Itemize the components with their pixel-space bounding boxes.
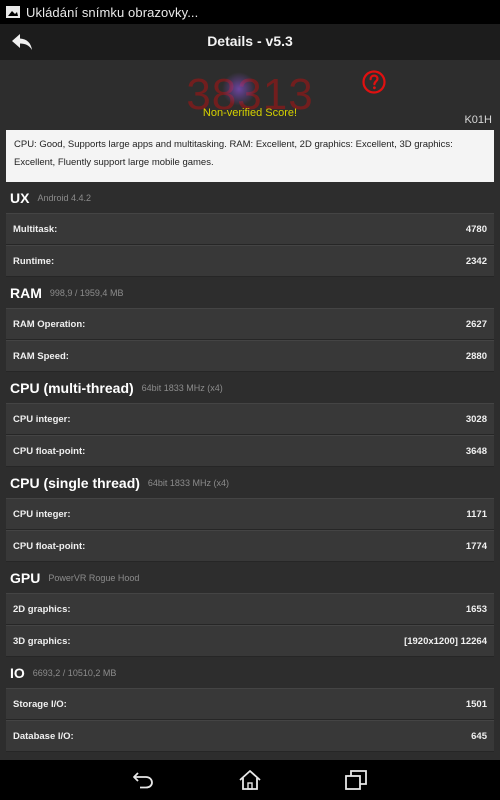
summary-box: CPU: Good, Supports large apps and multi… <box>6 130 494 182</box>
section-title: RAM <box>10 284 42 301</box>
section-title: CPU (single thread) <box>10 474 140 491</box>
score-note: Non-verified Score! <box>202 107 298 119</box>
details-content[interactable]: 38313 Non-verified Score! K01H CPU: Good… <box>0 60 500 760</box>
nav-back-icon <box>133 772 153 789</box>
section-header-cpu-single: CPU (single thread) 64bit 1833 MHz (x4) <box>0 467 500 498</box>
result-row-cpu-integer-single: CPU integer: 1171 <box>6 498 494 530</box>
result-value: 2627 <box>465 318 487 330</box>
result-row-multitask: Multitask: 4780 <box>6 213 494 245</box>
screen: Ukládání snímku obrazovky... Details - v… <box>0 0 500 800</box>
navigation-bar <box>0 760 500 800</box>
page-title: Details - v5.3 <box>207 33 293 49</box>
result-value: 2342 <box>465 255 487 267</box>
nav-recent-button[interactable] <box>343 768 369 792</box>
result-row-2d-graphics: 2D graphics: 1653 <box>6 593 494 625</box>
result-value: 1653 <box>465 603 487 615</box>
section-title: GPU <box>10 569 41 586</box>
result-label: Storage I/O: <box>13 698 67 710</box>
result-value: 1501 <box>465 698 487 710</box>
result-row-database-io: Database I/O: 645 <box>6 720 494 752</box>
result-row-storage-io: Storage I/O: 1501 <box>6 688 494 720</box>
result-value: 645 <box>471 730 487 742</box>
result-label: Runtime: <box>13 255 55 267</box>
status-bar: Ukládání snímku obrazovky... <box>0 0 500 24</box>
nav-back-button[interactable] <box>130 768 156 792</box>
result-value: 1774 <box>465 540 487 552</box>
result-label: Multitask: <box>13 223 58 235</box>
result-row-ram-operation: RAM Operation: 2627 <box>6 308 494 340</box>
result-row-cpu-float-multi: CPU float-point: 3648 <box>6 435 494 467</box>
section-header-cpu-multi: CPU (multi-thread) 64bit 1833 MHz (x4) <box>0 372 500 403</box>
result-label: CPU integer: <box>13 508 71 520</box>
result-label: 3D graphics: <box>13 635 71 647</box>
result-label: RAM Operation: <box>13 318 86 330</box>
result-value: [1920x1200] 12264 <box>404 635 487 647</box>
action-bar: Details - v5.3 <box>0 24 500 61</box>
result-row-cpu-float-single: CPU float-point: 1774 <box>6 530 494 562</box>
section-subtitle: 64bit 1833 MHz (x4) <box>147 477 229 488</box>
status-text: Ukládání snímku obrazovky... <box>26 4 199 20</box>
section-title: CPU (multi-thread) <box>10 379 134 396</box>
result-row-ram-speed: RAM Speed: 2880 <box>6 340 494 372</box>
section-header-gpu: GPU PowerVR Rogue Hood <box>0 562 500 593</box>
nav-home-button[interactable] <box>237 768 263 792</box>
result-value: 4780 <box>465 223 487 235</box>
result-value: 2880 <box>465 350 487 362</box>
question-mark-icon[interactable] <box>362 70 386 94</box>
section-subtitle: Android 4.4.2 <box>37 192 91 203</box>
section-subtitle: 998,9 / 1959,4 MB <box>49 287 124 298</box>
score-glow <box>222 72 256 106</box>
section-subtitle: 6693,2 / 10510,2 MB <box>32 667 117 678</box>
home-icon <box>239 770 261 790</box>
recent-apps-icon <box>345 770 367 790</box>
device-model: K01H <box>464 114 492 126</box>
result-label: 2D graphics: <box>13 603 71 615</box>
section-title: UX <box>10 189 30 206</box>
section-subtitle: PowerVR Rogue Hood <box>48 572 140 583</box>
result-row-runtime: Runtime: 2342 <box>6 245 494 277</box>
section-header-ux: UX Android 4.4.2 <box>0 182 500 213</box>
section-subtitle: 64bit 1833 MHz (x4) <box>141 382 223 393</box>
score-area: 38313 Non-verified Score! K01H <box>0 60 500 130</box>
result-value: 1171 <box>466 508 487 520</box>
result-value: 3028 <box>465 413 487 425</box>
result-row-3d-graphics: 3D graphics: [1920x1200] 12264 <box>6 625 494 657</box>
result-row-cpu-integer-multi: CPU integer: 3028 <box>6 403 494 435</box>
section-title: IO <box>10 664 25 681</box>
result-label: CPU float-point: <box>13 445 86 457</box>
section-header-io: IO 6693,2 / 10510,2 MB <box>0 657 500 688</box>
section-header-ram: RAM 998,9 / 1959,4 MB <box>0 277 500 308</box>
result-label: RAM Speed: <box>13 350 69 362</box>
result-label: CPU float-point: <box>13 540 86 552</box>
image-icon <box>6 6 20 18</box>
result-label: Database I/O: <box>13 730 74 742</box>
result-value: 3648 <box>465 445 487 457</box>
result-label: CPU integer: <box>13 413 71 425</box>
